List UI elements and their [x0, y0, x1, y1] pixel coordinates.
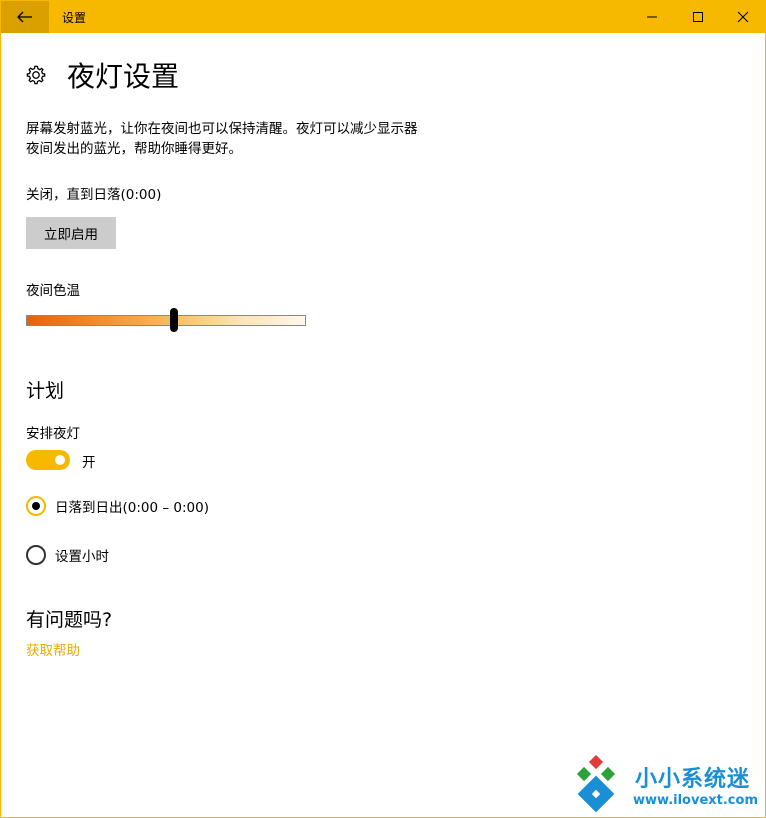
schedule-toggle[interactable]: [26, 450, 70, 470]
radio-label-set-hours: 设置小时: [55, 549, 109, 565]
schedule-section-title: 计划: [26, 380, 65, 402]
radio-set-hours[interactable]: 设置小时: [26, 545, 109, 565]
maximize-button[interactable]: [675, 1, 721, 33]
color-temperature-slider[interactable]: [26, 315, 306, 326]
radio-button-checked[interactable]: [26, 496, 46, 516]
close-icon: [737, 11, 749, 23]
night-light-status: 关闭，直到日落(0:00): [26, 187, 162, 203]
color-temperature-slider-thumb[interactable]: [170, 308, 179, 332]
maximize-icon: [693, 12, 703, 22]
radio-label-sunset-to-sunrise: 日落到日出(0:00 – 0:00): [55, 500, 209, 516]
page-header: 夜灯设置: [25, 57, 179, 93]
back-arrow-icon: [17, 11, 32, 23]
schedule-night-light-label: 安排夜灯: [26, 426, 80, 442]
settings-window: 设置 夜灯设置 屏幕发射蓝光，让你在夜间也可以保持清醒。夜灯可以减少显示器 夜间…: [0, 0, 766, 818]
watermark-logo: 小小系统迷 www.ilovext.com: [567, 755, 758, 813]
description: 屏幕发射蓝光，让你在夜间也可以保持清醒。夜灯可以减少显示器 夜间发出的蓝光，帮助…: [26, 119, 476, 159]
window-title: 设置: [62, 11, 87, 25]
minimize-icon: [647, 16, 657, 18]
toggle-knob: [55, 455, 65, 465]
description-line-1: 屏幕发射蓝光，让你在夜间也可以保持清醒。夜灯可以减少显示器: [26, 121, 418, 137]
watermark-name: 小小系统迷: [635, 767, 751, 792]
radio-button-unchecked[interactable]: [26, 545, 46, 565]
toggle-state-text: 开: [82, 455, 96, 471]
minimize-button[interactable]: [629, 1, 675, 33]
radio-sunset-to-sunrise[interactable]: 日落到日出(0:00 – 0:00): [26, 496, 209, 516]
gear-icon: [26, 65, 46, 85]
get-help-link[interactable]: 获取帮助: [26, 639, 80, 659]
help-section-title: 有问题吗?: [26, 609, 113, 631]
page-title: 夜灯设置: [67, 60, 180, 93]
color-temperature-label: 夜间色温: [26, 283, 80, 299]
description-line-2: 夜间发出的蓝光，帮助你睡得更好。: [26, 141, 242, 157]
watermark-url: www.ilovext.com: [633, 793, 758, 808]
close-button[interactable]: [720, 1, 766, 33]
title-bar: 设置: [1, 1, 766, 33]
enable-now-button[interactable]: 立即启用: [26, 217, 116, 249]
radio-dot: [32, 502, 40, 510]
back-button[interactable]: [1, 1, 49, 33]
watermark-diamond-icon: [576, 755, 616, 813]
